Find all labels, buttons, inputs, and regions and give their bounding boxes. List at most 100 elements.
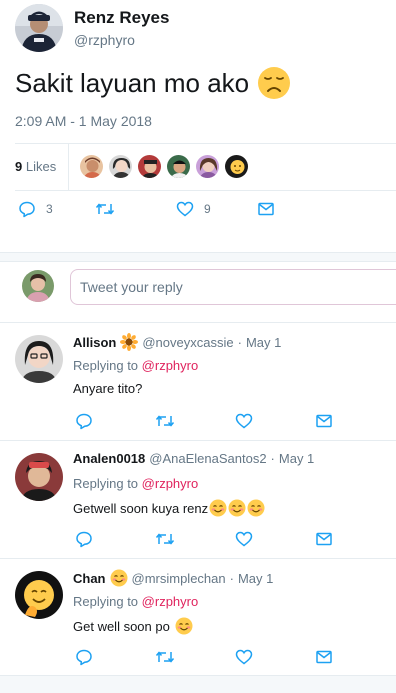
reply-tweet[interactable]: Chan @mrsimplechan · May 1 Replying to @… [0,558,396,676]
smiling-face-emoji-icon [110,569,128,587]
reply-button[interactable]: 3 [18,200,53,218]
current-user-avatar [22,270,54,302]
header-separator: · [270,451,275,466]
reply-author-handle[interactable]: @AnaElenaSantos2 [149,451,266,466]
reply-author-handle[interactable]: @mrsimplechan [132,571,226,586]
reply-input[interactable] [70,269,396,305]
reply-icon [18,200,36,218]
smiling-face-emoji-icon [228,499,246,517]
reply-button[interactable] [75,648,93,666]
reply-icon [75,530,93,548]
reply-author-name[interactable]: Analen0018 [73,451,145,466]
liker-avatar[interactable] [166,154,191,179]
retweet-icon [155,530,175,548]
smiling-face-emoji-icon [175,617,193,635]
like-button[interactable] [235,412,253,430]
liker-avatar[interactable] [224,154,249,179]
reply-text: Anyare tito? [73,381,142,396]
retweet-icon [95,200,115,218]
heart-icon [235,648,253,666]
retweet-icon [155,648,175,666]
divider [15,190,396,191]
direct-message-button[interactable] [257,200,275,218]
likes-count-label: Likes [25,159,57,174]
reply-text: Getwell soon kuya renz [73,499,265,517]
likes-count-number: 9 [15,159,23,174]
reply-actions [73,530,343,550]
like-count: 9 [204,202,211,216]
liker-avatar[interactable] [195,154,220,179]
envelope-icon [315,530,333,548]
author-handle[interactable]: @rzphyro [74,32,135,48]
reply-text-content: Anyare tito? [73,381,143,396]
tweet-text-content: Sakit layuan mo ako [15,67,250,98]
retweet-button[interactable] [155,648,175,666]
retweet-button[interactable] [155,530,175,548]
tweet-timestamp[interactable]: 2:09 AM - 1 May 2018 [15,113,152,129]
sunflower-emoji-icon [120,333,139,351]
retweet-button[interactable] [155,412,175,430]
reply-author-name[interactable]: Allison [73,335,116,350]
reply-count: 3 [46,202,53,216]
reply-icon [75,648,93,666]
reply-composer [0,262,396,322]
tweet-actions: 3 9 [0,200,396,226]
likes-row: 9 Likes [0,143,396,190]
reply-date[interactable]: May 1 [238,571,273,586]
replying-to-link[interactable]: @rzphyro [142,358,199,373]
smiling-face-emoji-icon [247,499,265,517]
reply-author-name[interactable]: Chan [73,571,106,586]
likes-count[interactable]: 9 Likes [15,159,56,174]
heart-icon [235,530,253,548]
replying-to: Replying to @rzphyro [73,594,198,609]
main-tweet: Renz Reyes @rzphyro Sakit layuan mo ako … [0,0,396,252]
liker-avatar[interactable] [137,154,162,179]
reply-text-content: Get well soon po [73,618,170,634]
liker-avatars [79,154,249,179]
reply-actions [73,412,343,432]
reply-avatar[interactable] [15,453,63,501]
likes-separator [68,143,69,190]
header-separator: · [229,570,234,586]
retweet-icon [155,412,175,430]
author-name[interactable]: Renz Reyes [74,8,169,28]
header-separator: · [237,334,242,350]
reply-tweet[interactable]: Allison @noveyxcassie · May 1 Replying t… [0,322,396,440]
reply-tweet[interactable]: Analen0018 @AnaElenaSantos2 · May 1 Repl… [0,440,396,558]
tweet-text: Sakit layuan mo ako [15,66,291,100]
envelope-icon [315,648,333,666]
envelope-icon [257,200,275,218]
direct-message-button[interactable] [315,648,333,666]
reply-text: Get well soon po [73,617,193,635]
liker-avatar[interactable] [108,154,133,179]
like-button[interactable] [235,648,253,666]
reply-author-handle[interactable]: @noveyxcassie [142,335,233,350]
replying-to-link[interactable]: @rzphyro [142,476,199,491]
reply-date[interactable]: May 1 [246,335,281,350]
reply-avatar[interactable] [15,571,63,619]
reply-header: Analen0018 @AnaElenaSantos2 · May 1 [73,451,314,466]
heart-icon [176,200,194,218]
reply-button[interactable] [75,530,93,548]
replying-to-link[interactable]: @rzphyro [142,594,199,609]
direct-message-button[interactable] [315,412,333,430]
direct-message-button[interactable] [315,530,333,548]
reply-icon [75,412,93,430]
author-avatar[interactable] [15,4,63,52]
disappointed-face-emoji-icon [257,66,291,100]
reply-header: Chan @mrsimplechan · May 1 [73,569,273,587]
retweet-button[interactable] [95,200,115,218]
replying-to: Replying to @rzphyro [73,476,198,491]
bottom-gap [0,675,396,693]
like-button[interactable]: 9 [176,200,211,218]
section-gap [0,252,396,262]
like-button[interactable] [235,530,253,548]
heart-icon [235,412,253,430]
reply-button[interactable] [75,412,93,430]
replying-to-prefix: Replying to [73,358,139,373]
liker-avatar[interactable] [79,154,104,179]
reply-text-content: Getwell soon kuya renz [73,500,209,516]
replying-to-prefix: Replying to [73,594,139,609]
reply-avatar[interactable] [15,335,63,383]
reply-date[interactable]: May 1 [279,451,314,466]
